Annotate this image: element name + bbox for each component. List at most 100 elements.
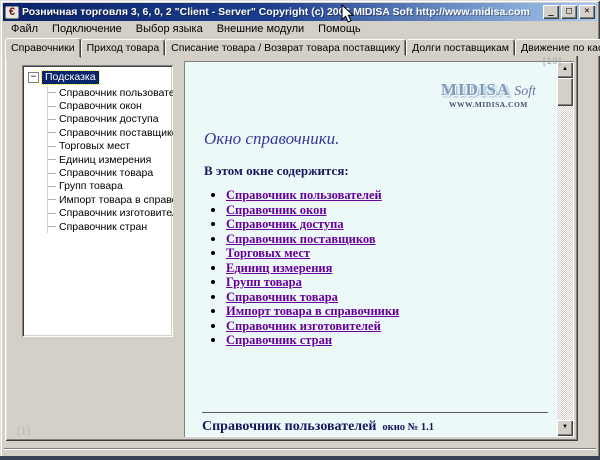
tree-item-label: Справочник пользователей	[59, 86, 173, 99]
tree-item-goods-groups[interactable]: Групп товара	[48, 180, 169, 193]
link-countries[interactable]: Справочник стран	[226, 333, 332, 347]
list-item: Групп товара	[226, 275, 399, 290]
tree-children: Справочник пользователей Справочник окон…	[47, 86, 173, 234]
menu-external-modules[interactable]: Внешние модули	[210, 22, 311, 37]
list-item: Единиц измерения	[226, 261, 399, 276]
page-marker-top: [10]	[542, 56, 562, 66]
maximize-button[interactable]: □	[561, 5, 577, 19]
help-topics-tree: − Подсказка Справочник пользователей Спр…	[22, 65, 173, 337]
tab-goods-arrival[interactable]: Приход товара	[80, 39, 166, 56]
menu-help[interactable]: Помощь	[311, 22, 368, 37]
close-icon: ✕	[584, 6, 590, 16]
tree-item-import[interactable]: Импорт товара в справочники	[48, 193, 173, 206]
tab-supplier-debts[interactable]: Долги поставщикам	[406, 39, 516, 56]
tree-item-label: Единиц измерения	[59, 153, 152, 166]
tree-connector	[48, 172, 56, 174]
tree-connector	[48, 132, 56, 134]
section-divider	[202, 412, 548, 413]
scrollbar-thumb[interactable]	[557, 78, 573, 106]
link-windows[interactable]: Справочник окон	[226, 203, 327, 217]
list-item: Торговых мест	[226, 246, 399, 261]
link-manufacturers[interactable]: Справочник изготовителей	[226, 319, 381, 333]
link-users[interactable]: Справочник пользователей	[226, 188, 382, 202]
tab-page-directories: [10] [1] − Подсказка Справочник пользова…	[5, 54, 578, 441]
link-suppliers[interactable]: Справочник поставщиков	[226, 232, 376, 246]
tree-item-access[interactable]: Справочник доступа	[48, 113, 169, 126]
tree-root-row[interactable]: − Подсказка	[28, 70, 169, 85]
scroll-up-icon: ▲	[562, 66, 568, 72]
app-icon: €	[5, 5, 19, 19]
tree-item-windows[interactable]: Справочник окон	[48, 99, 169, 112]
menu-file[interactable]: Файл	[4, 22, 45, 37]
list-item: Импорт товара в справочники	[226, 304, 399, 319]
tree-item-goods[interactable]: Справочник товара	[48, 166, 169, 179]
logo-name: MIDISA	[440, 80, 511, 99]
tree-item-units[interactable]: Единиц измерения	[48, 153, 169, 166]
scroll-down-button[interactable]: ▼	[557, 420, 573, 436]
link-goods-groups[interactable]: Групп товара	[226, 275, 302, 289]
list-item: Справочник пользователей	[226, 188, 399, 203]
title-bar[interactable]: € Розничная торговля 3, 6, 0, 2 "Client …	[3, 3, 597, 21]
list-item: Справочник доступа	[226, 217, 399, 232]
minimize-icon: _	[548, 7, 554, 17]
help-content-panel: MIDISA Soft WWW.MIDISA.COM Окно справочн…	[184, 61, 574, 437]
help-footer: Справочник пользователей окно № 1.1	[202, 417, 434, 435]
window-controls: _ □ ✕	[543, 5, 595, 19]
list-item: Справочник изготовителей	[226, 319, 399, 334]
tab-cash-movement[interactable]: Движение по кассе	[515, 39, 600, 56]
tab-writeoff-return[interactable]: Списание товара / Возврат товара поставщ…	[165, 39, 407, 56]
link-access[interactable]: Справочник доступа	[226, 217, 344, 231]
tree-item-manufacturers[interactable]: Справочник изготовителей	[48, 207, 173, 220]
tree-connector	[48, 226, 56, 228]
link-trade-places[interactable]: Торговых мест	[226, 246, 310, 260]
tree-connector	[48, 92, 56, 94]
scroll-down-icon: ▼	[562, 424, 568, 430]
tree-connector	[48, 118, 56, 120]
close-button[interactable]: ✕	[579, 5, 595, 19]
menu-language[interactable]: Выбор языка	[129, 22, 210, 37]
logo-suffix: Soft	[514, 84, 536, 99]
help-links-list: Справочник пользователей Справочник окон…	[208, 188, 399, 348]
logo-url: WWW.MIDISA.COM	[449, 100, 528, 109]
tree-connector	[48, 105, 56, 107]
tree-item-label: Импорт товара в справочники	[59, 193, 173, 206]
list-item: Справочник стран	[226, 333, 399, 348]
minimize-button[interactable]: _	[543, 5, 559, 19]
tree-item-label: Справочник изготовителей	[59, 207, 173, 220]
menu-connection[interactable]: Подключение	[45, 22, 129, 37]
menu-bar: Файл Подключение Выбор языка Внешние мод…	[4, 22, 596, 37]
tree-item-users[interactable]: Справочник пользователей	[48, 86, 173, 99]
tree-item-label: Справочник окон	[59, 100, 142, 113]
tree-item-label: Торговых мест	[59, 140, 131, 153]
tree-item-label: Справочник товара	[59, 167, 154, 180]
status-bar-divider	[4, 448, 596, 450]
footer-heading: Справочник пользователей	[202, 419, 377, 434]
tree-root-label[interactable]: Подсказка	[41, 70, 100, 85]
tree-collapse-icon[interactable]: −	[28, 72, 39, 83]
tree-item-label: Справочник стран	[59, 220, 148, 233]
tree-item-trade-places[interactable]: Торговых мест	[48, 140, 169, 153]
vertical-scrollbar[interactable]: ▲ ▼	[557, 62, 573, 436]
tree-item-label: Справочник поставщиков	[59, 126, 173, 139]
tree-connector	[48, 212, 56, 214]
link-units[interactable]: Единиц измерения	[226, 261, 332, 275]
link-goods[interactable]: Справочник товара	[226, 290, 338, 304]
help-heading: Окно справочники.	[204, 129, 340, 148]
help-intro: В этом окне содержится:	[204, 163, 349, 178]
tab-directories[interactable]: Справочники	[5, 38, 81, 58]
window-bottom-edge	[0, 456, 600, 460]
tree-item-label: Групп товара	[59, 180, 123, 193]
footer-note: окно № 1.1	[382, 422, 434, 433]
tree-connector	[48, 145, 56, 147]
list-item: Справочник товара	[226, 290, 399, 305]
tree-item-suppliers[interactable]: Справочник поставщиков	[48, 126, 173, 139]
app-window: € Розничная торговля 3, 6, 0, 2 "Client …	[0, 0, 600, 460]
tree-item-countries[interactable]: Справочник стран	[48, 220, 169, 233]
midisa-logo: MIDISA Soft WWW.MIDISA.COM	[441, 81, 536, 109]
tree-connector	[48, 185, 56, 187]
maximize-icon: □	[566, 6, 572, 16]
list-item: Справочник окон	[226, 203, 399, 218]
page-marker-bottom: [1]	[17, 426, 32, 437]
link-import[interactable]: Импорт товара в справочники	[226, 304, 399, 318]
tree-connector	[48, 159, 56, 161]
